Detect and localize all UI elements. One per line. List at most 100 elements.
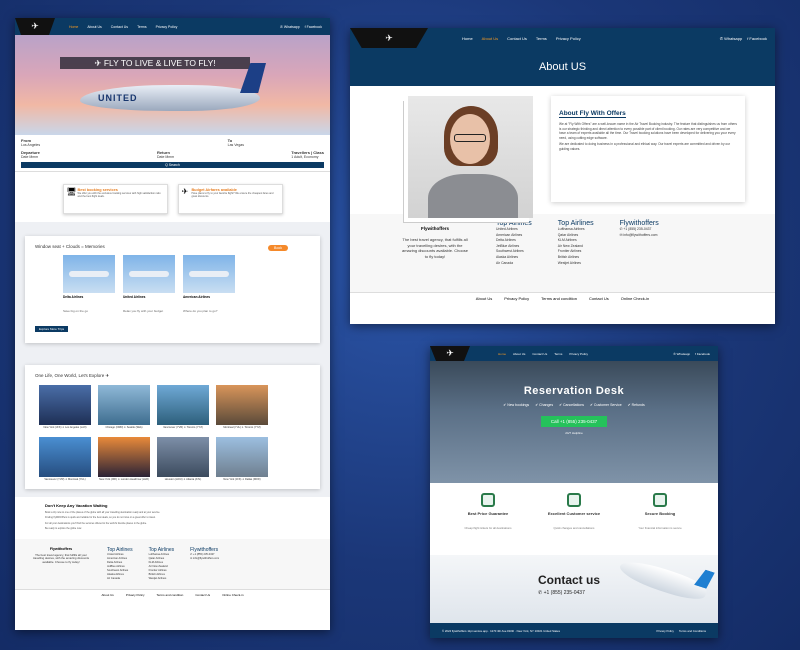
search-button[interactable]: Q Search — [21, 162, 324, 168]
footer-bar-link[interactable]: About Us — [476, 296, 492, 301]
nav-about[interactable]: About Us — [482, 36, 498, 41]
book-button[interactable]: Book — [268, 245, 288, 251]
logo[interactable]: ✈ — [350, 28, 428, 48]
homepage-screenshot: ✈ Home About Us Contact Us Terms Privacy… — [15, 18, 330, 630]
footer-bar-link[interactable]: Online Check-in — [621, 296, 649, 301]
facebook-link[interactable]: f Facebook — [305, 25, 322, 29]
nav-home[interactable]: Home — [498, 352, 506, 356]
nav-contact[interactable]: Contact Us — [532, 352, 547, 356]
nav-links: Home About Us Contact Us Terms Privacy P… — [462, 36, 581, 41]
top-nav: ✈ Home About Us Contact Us Terms Privacy… — [15, 18, 330, 35]
reservation-title: Reservation Desk — [523, 385, 625, 397]
whatsapp-link[interactable]: ✆ Whatsapp — [280, 25, 300, 29]
nav-privacy[interactable]: Privacy Policy — [556, 36, 581, 41]
terms-link[interactable]: Terms and Conditions — [679, 629, 706, 633]
helpline-text: 24/7 Helpline — [565, 431, 583, 435]
deal-sub: Save big on the go — [63, 309, 89, 313]
nav-contact[interactable]: Contact Us — [507, 36, 527, 41]
nav-contact[interactable]: Contact Us — [111, 25, 128, 29]
destination-label: Vancouver (YVR) ✈ Toronto (YYZ) — [163, 426, 203, 429]
footer-bar-link[interactable]: Contact Us — [195, 593, 210, 597]
destination-card[interactable]: Vancouver (YVR) ✈ Montreal (YUL) — [39, 437, 91, 481]
destination-card[interactable]: Vancouver (YVR) ✈ Toronto (YYZ) — [157, 385, 209, 429]
from-value: Los Angeles — [21, 143, 41, 147]
footer: Flywithoffers The best travel agency, th… — [15, 538, 330, 589]
destination-card[interactable]: Chicago (ORD) ✈ Seattle (SEA) — [98, 385, 150, 429]
footer-brand-col: Flywithoffers The best travel agency, th… — [400, 220, 470, 288]
destination-card[interactable]: Montreal (YUL) ✈ Toronto (YYZ) — [216, 385, 268, 429]
explore-button[interactable]: Explore More Trips — [35, 326, 69, 332]
footer-brand-col: Flywithoffers The best travel agency, th… — [31, 547, 91, 581]
deal-card[interactable]: United Airlines Relax you fly with your b… — [123, 255, 175, 317]
destination-card[interactable]: Houston (HOU) ✈ Atlanta (ATL) — [157, 437, 209, 481]
nav-privacy[interactable]: Privacy Policy — [569, 352, 588, 356]
whatsapp-link[interactable]: ✆ Whatsapp — [673, 352, 690, 356]
footer-email[interactable]: ✉ info@flywithoffers.com — [190, 557, 219, 561]
footer-bar: About Us Privacy Policy Terms and condit… — [350, 292, 775, 304]
privacy-link[interactable]: Privacy Policy — [657, 629, 674, 633]
from-field[interactable]: From Los Angeles — [21, 138, 40, 147]
footer-bar-link[interactable]: Contact Us — [589, 296, 609, 301]
deals-section: Window seat + Clouds = Memories Book Del… — [15, 222, 330, 359]
destination-image — [98, 437, 150, 477]
article-paragraph: Book a trip now to one of the places of … — [45, 511, 161, 514]
nav-links: Home About Us Contact Us Terms Privacy P… — [498, 352, 588, 356]
footer-bar-link[interactable]: Online Check-in — [222, 593, 243, 597]
footer-bar-link[interactable]: Terms and condition — [541, 296, 577, 301]
footer-bar-link[interactable]: Privacy Policy — [126, 593, 145, 597]
return-field[interactable]: Return Date Mmm — [157, 150, 174, 159]
nav-home[interactable]: Home — [462, 36, 473, 41]
nav-terms[interactable]: Terms — [137, 25, 147, 29]
nav-home[interactable]: Home — [69, 25, 78, 29]
footer-bar-link[interactable]: Privacy Policy — [504, 296, 529, 301]
nav-privacy[interactable]: Privacy Policy — [156, 25, 178, 29]
feature-list: Best Price Guarantee Cheap flight tickets… — [430, 483, 718, 555]
deals-panel: Window seat + Clouds = Memories Book Del… — [25, 236, 320, 343]
footer-bar-link[interactable]: Terms and condition — [156, 593, 183, 597]
about-content: About Fly With Offers We at "Fly With Of… — [350, 86, 775, 218]
logo[interactable]: ✈ — [15, 18, 55, 35]
plane-logo-icon: ✈ — [385, 32, 393, 43]
call-button[interactable]: Call +1 (855) 235-0437 — [540, 416, 608, 427]
vacation-article: Don't Keep Any Vacation Waiting Book a t… — [15, 497, 330, 539]
footer-link[interactable]: Air Canada — [496, 261, 532, 267]
feature-text: We offer you with the exclusive booking … — [77, 192, 161, 199]
footer-col-title: Top Airlines — [148, 546, 175, 553]
destination-card[interactable]: New York (JFK) ✈ Dallas (DFW) — [216, 437, 268, 481]
deal-card[interactable]: Delta Airlines Save big on the go — [63, 255, 115, 317]
feature-title: Best Price Guarantee — [467, 511, 509, 516]
nav-terms[interactable]: Terms — [554, 352, 562, 356]
footer-link[interactable]: Westjet Airlines — [558, 261, 594, 267]
travellers-field[interactable]: Travellers | Class 1 Adult, Economy — [291, 150, 324, 159]
service-item: ✔ Customer Service — [590, 403, 622, 407]
top-nav: ✈ Home About Us Contact Us Terms Privacy… — [430, 346, 718, 361]
destination-image — [216, 437, 268, 477]
to-value: Las Vegas — [227, 143, 244, 147]
destination-card[interactable]: New York (JFK) ✈ London Heathrow (LHR) — [98, 437, 150, 481]
footer-col: Top Airlines United Airlines American Air… — [496, 220, 532, 288]
service-item: ✔ New bookings — [503, 403, 530, 407]
footer-link[interactable]: Air Canada — [107, 577, 133, 581]
about-paragraph: We at "Fly With Offers" are a well-known… — [559, 122, 737, 140]
footer-link[interactable]: Westjet Airlines — [149, 577, 175, 581]
whatsapp-link[interactable]: ✆ Whatsapp — [720, 36, 742, 41]
footer-bar-link[interactable]: About Us — [101, 593, 113, 597]
footer-col: Flywithoffers ✆ +1 (855) 235-0437 ✉ info@… — [620, 220, 659, 288]
bottom-bar: © 2024 flywithoffers 11pt service.app · … — [430, 623, 718, 638]
feature-card: ✈ Budget Airfares available Have plans to … — [177, 184, 283, 214]
to-field[interactable]: To Las Vegas — [228, 138, 244, 147]
logo[interactable]: ✈ — [430, 346, 470, 361]
feature-item: Secure Booking Your financial information… — [630, 493, 690, 545]
facebook-link[interactable]: f Facebook — [747, 36, 767, 41]
departure-field[interactable]: Departure Date Mmm — [21, 150, 40, 159]
nav-terms[interactable]: Terms — [536, 36, 547, 41]
feature-sub: Quick changes and cancellations — [553, 526, 595, 530]
footer-email[interactable]: ✉ info@flywithoffers.com — [620, 233, 659, 239]
facebook-link[interactable]: f Facebook — [695, 352, 710, 356]
nav-about[interactable]: About Us — [87, 25, 101, 29]
nav-about[interactable]: About Us — [513, 352, 525, 356]
airplane-livery: UNITED — [98, 93, 138, 103]
destination-card[interactable]: New York (JFK) ✈ Los Angeles (LAX) — [39, 385, 91, 429]
deal-card[interactable]: American Airlines Where do you plan to go… — [183, 255, 235, 317]
reservation-page-screenshot: ✈ Home About Us Contact Us Terms Privacy… — [430, 346, 718, 638]
